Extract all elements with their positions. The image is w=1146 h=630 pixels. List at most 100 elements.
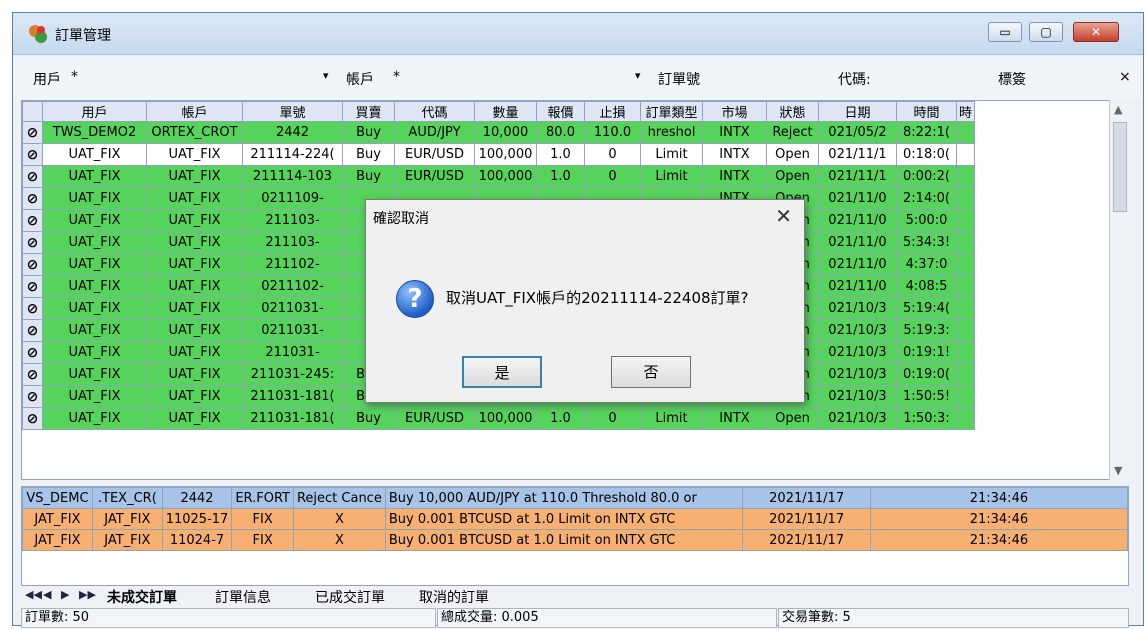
status-bar: 訂單數: 50 總成交量: 0.005 交易筆數: 5 (21, 608, 1129, 628)
log-cell: X (292, 529, 386, 551)
cell-code: EUR/USD (394, 407, 475, 430)
cell-user: UAT_FIX (42, 187, 147, 210)
close-button[interactable]: ✕ (1073, 22, 1119, 42)
tab-nav-icon[interactable]: ▶ (61, 588, 69, 601)
log-cell: .TEX_CR( (91, 487, 163, 509)
cell-time: 0:00:2( (896, 165, 957, 188)
user-label: 用戶 (33, 72, 61, 88)
dialog-close-icon[interactable]: ✕ (775, 204, 792, 228)
maximize-button[interactable]: ▢ (1029, 22, 1063, 42)
cancel-order-icon[interactable]: ⊘ (22, 253, 43, 276)
cell-date: 021/11/0 (818, 209, 897, 232)
cancel-order-icon[interactable]: ⊘ (22, 297, 43, 320)
cell-market: INTX (702, 165, 767, 188)
cell-price: 1.0 (536, 165, 585, 188)
column-header[interactable]: 買賣 (342, 101, 395, 122)
cell-user: UAT_FIX (42, 253, 147, 276)
tab-nav-icon[interactable]: ▶▶ (79, 588, 96, 601)
cell-account: UAT_FIX (146, 363, 243, 386)
account-filter-input[interactable]: * (393, 69, 400, 85)
cancel-order-icon[interactable]: ⊘ (22, 275, 43, 298)
cell-order: 211031-181( (242, 385, 343, 408)
tab-3[interactable]: 取消的訂單 (419, 587, 489, 607)
cell-date: 021/10/3 (818, 341, 897, 364)
no-button[interactable]: 否 (611, 356, 691, 388)
column-header[interactable] (22, 101, 43, 122)
cell-order: 0211102- (242, 275, 343, 298)
log-row[interactable]: JAT_FIX JAT_FIX 11025-17 FIX X Buy 0.001 BTCU… (22, 508, 1128, 530)
column-header[interactable]: 狀態 (766, 101, 819, 122)
cancel-order-icon[interactable]: ⊘ (22, 341, 43, 364)
column-header[interactable]: 市場 (702, 101, 767, 122)
cancel-order-icon[interactable]: ⊘ (22, 187, 43, 210)
tab-0[interactable]: 未成交訂單 (107, 587, 177, 607)
cell-status: Open (766, 143, 819, 166)
cancel-order-icon[interactable]: ⊘ (22, 407, 43, 430)
user-dropdown-icon[interactable]: ▾ (323, 69, 329, 82)
minimize-button[interactable]: ▭ (988, 22, 1022, 42)
column-header[interactable]: 用戶 (42, 101, 147, 122)
cell-account: UAT_FIX (146, 407, 243, 430)
cancel-order-icon[interactable]: ⊘ (22, 121, 43, 144)
column-header[interactable]: 帳戶 (146, 101, 243, 122)
cancel-order-icon[interactable]: ⊘ (22, 209, 43, 232)
cell-extra (955, 275, 976, 298)
column-header[interactable]: 代碼 (394, 101, 475, 122)
table-row[interactable]: ⊘UAT_FIXUAT_FIX211031-181(BuyEUR/USD100,… (22, 407, 976, 430)
cancel-order-icon[interactable]: ⊘ (22, 165, 43, 188)
log-cell: JAT_FIX (91, 529, 163, 551)
account-dropdown-icon[interactable]: ▾ (635, 69, 641, 82)
table-row[interactable]: ⊘ TWS_DEMO2 ORTEX_CROT 2442 Buy AUD/JPY 10,000… (22, 121, 976, 144)
log-row[interactable]: VS_DEMC .TEX_CR(2442 ER.FORT Reject Cance Bu… (22, 487, 1128, 509)
cell-time: 5:19:4( (896, 297, 957, 320)
log-row[interactable]: JAT_FIX JAT_FIX 11024-7 FIX X Buy 0.001 BTCUS… (22, 529, 1128, 551)
cell-date: 021/05/2 (818, 121, 897, 144)
column-header[interactable]: 單號 (242, 101, 343, 122)
cell-order: 211114-224( (242, 143, 343, 166)
tab-nav-icon[interactable]: ◀◀ (25, 588, 42, 601)
cancel-order-icon[interactable]: ⊘ (22, 143, 43, 166)
tab-2[interactable]: 已成交訂單 (315, 587, 385, 607)
yes-button[interactable]: 是 (462, 356, 542, 388)
user-filter-input[interactable]: * (71, 69, 78, 85)
cell-status: Open (766, 407, 819, 430)
log-cell: VS_DEMC (22, 487, 93, 509)
cell-account: UAT_FIX (146, 319, 243, 342)
cancel-order-icon[interactable]: ⊘ (22, 319, 43, 342)
cell-time: 2:14:0( (896, 187, 957, 210)
column-header[interactable]: 時間 (896, 101, 957, 122)
cancel-order-icon[interactable]: ⊘ (22, 385, 43, 408)
tab-bar: ◀◀ ◀ ▶ ▶▶ 未成交訂單 訂單信息 已成交訂單 取消的訂單 (21, 586, 1129, 608)
log-cell: 11024-7 (161, 529, 233, 551)
cancel-order-icon[interactable]: ⊘ (22, 231, 43, 254)
scroll-down-icon[interactable]: ▼ (1114, 464, 1122, 477)
cell-qty: 100,000 (474, 143, 537, 166)
filter-close-icon[interactable]: × (1119, 69, 1131, 85)
column-header[interactable]: 時 (955, 101, 976, 122)
tab-nav-icon[interactable]: ◀ (43, 588, 51, 601)
cell-status: Reject (766, 121, 819, 144)
log-cell: 11025-17 (161, 508, 233, 530)
log-cell: ER.FORT (231, 487, 294, 509)
column-header[interactable]: 日期 (818, 101, 897, 122)
column-header[interactable]: 數量 (474, 101, 537, 122)
cell-type: Limit (640, 143, 703, 166)
table-row[interactable]: ⊘ UAT_FIX UAT_FIX 211114-224(Buy EUR/USD 100,… (22, 143, 976, 166)
cell-date: 021/10/3 (818, 319, 897, 342)
scroll-up-icon[interactable]: ▲ (1114, 103, 1122, 116)
table-row[interactable]: ⊘ UAT_FIX UAT_FIX 211114-103 Buy EUR/USD 100,0… (22, 165, 976, 188)
column-header[interactable]: 報價 (536, 101, 585, 122)
cell-order: 0211031- (242, 297, 343, 320)
cell-user: UAT_FIX (42, 363, 147, 386)
cancel-order-icon[interactable]: ⊘ (22, 363, 43, 386)
column-header[interactable]: 止損 (584, 101, 641, 122)
tag-label: 標簽 (998, 72, 1026, 88)
cell-user: UAT_FIX (42, 407, 147, 430)
column-header[interactable]: 訂單類型 (640, 101, 703, 122)
scroll-thumb[interactable] (1113, 122, 1127, 212)
app-logo-icon (29, 25, 47, 43)
tab-1[interactable]: 訂單信息 (215, 587, 271, 607)
cell-user: UAT_FIX (42, 143, 147, 166)
vertical-scrollbar[interactable]: ▲ ▼ (1109, 100, 1129, 480)
cell-date: 021/10/3 (818, 363, 897, 386)
